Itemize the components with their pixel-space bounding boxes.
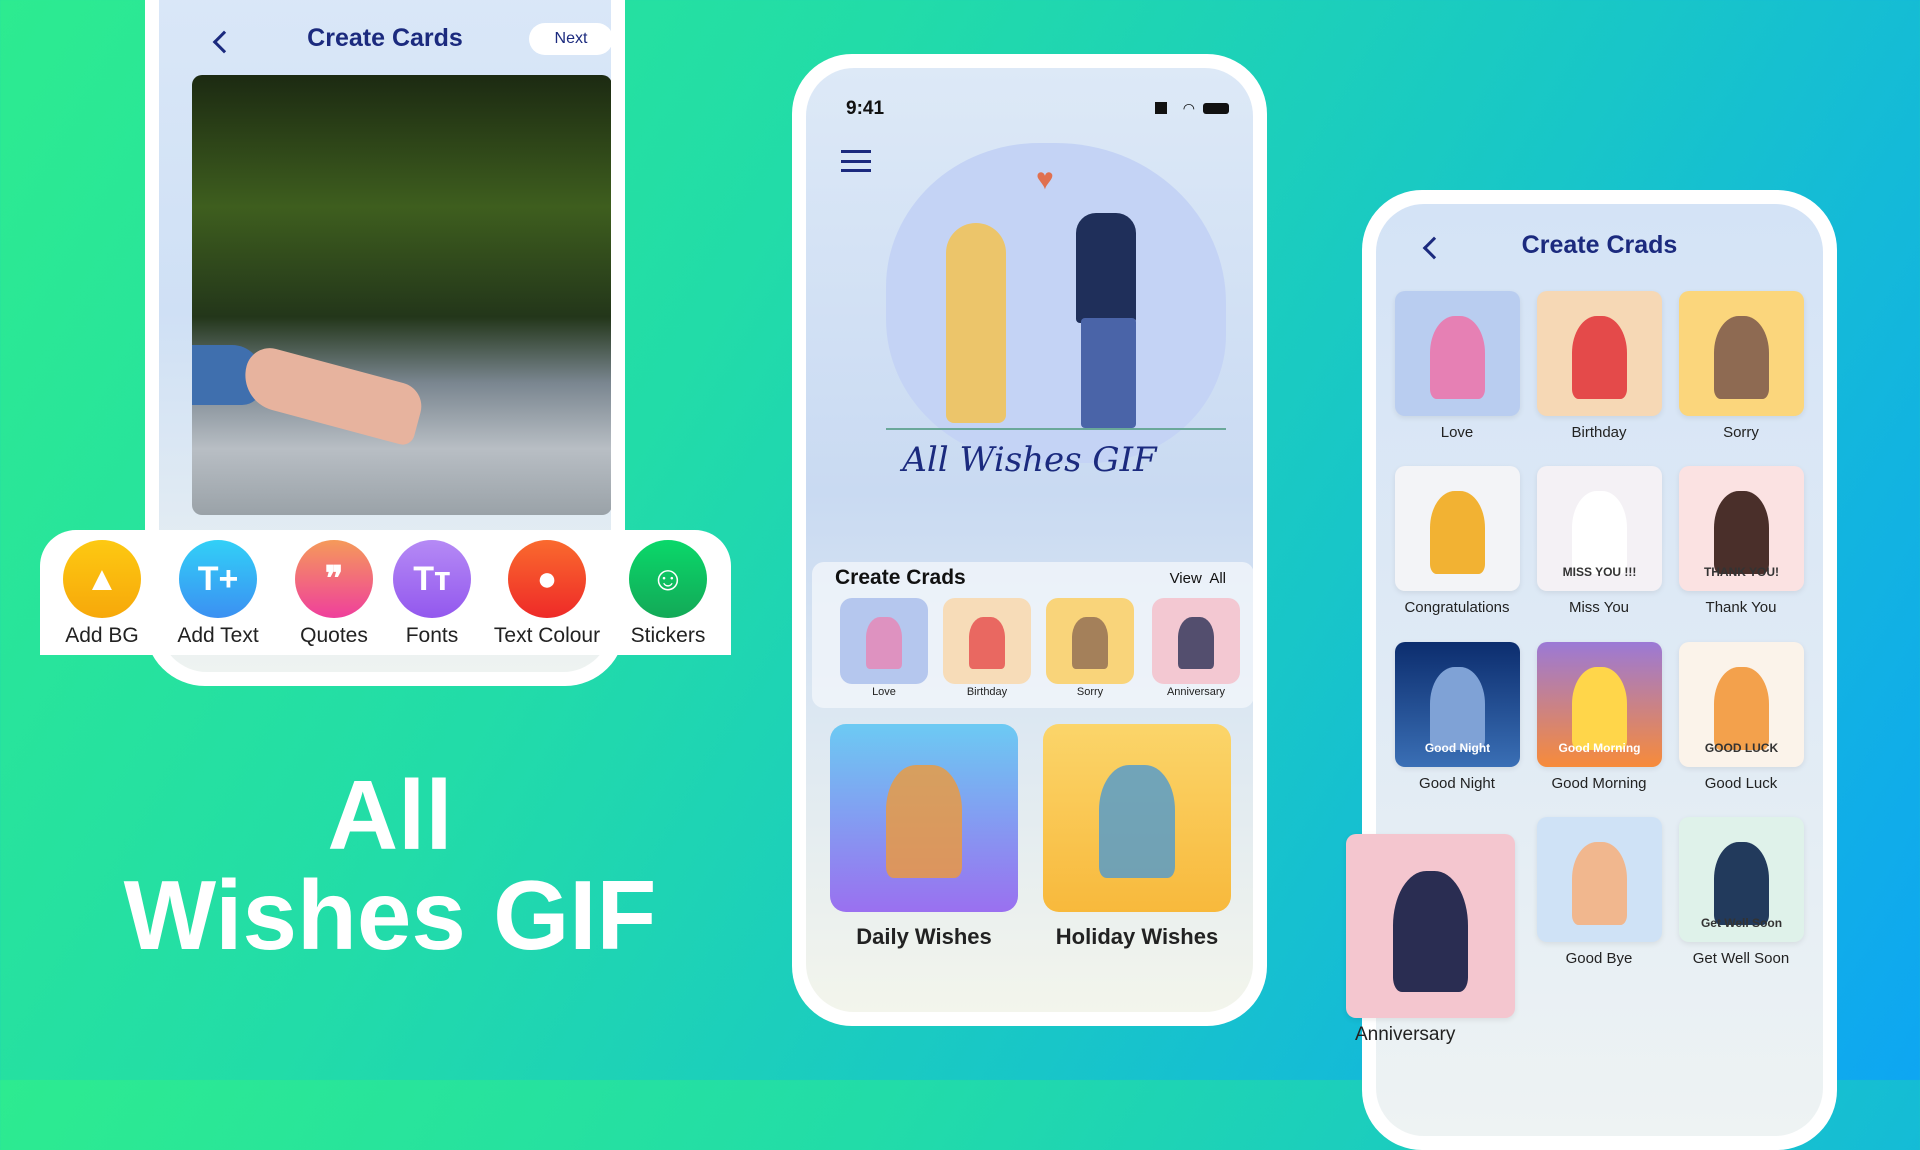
card-text: Good Night: [1424, 741, 1491, 755]
card-good-bye[interactable]: [1537, 817, 1662, 942]
canvas-photo[interactable]: [192, 75, 611, 515]
card-illustration: [1430, 491, 1485, 574]
category-label: Anniversary: [1166, 686, 1226, 698]
view-all-link[interactable]: View All: [1170, 570, 1226, 587]
headline-line2: Wishes GIF: [123, 860, 657, 970]
tool-text-colour[interactable]: ● Text Colour: [492, 540, 602, 648]
card-label: Good Bye: [1565, 950, 1633, 967]
image-icon: ▲: [63, 540, 141, 618]
card-label: Good Luck: [1704, 775, 1778, 792]
heart-icon: ♥: [1036, 163, 1054, 196]
battery-icon: [1203, 103, 1229, 114]
app-logo-text: All Wishes GIF: [902, 440, 1157, 480]
card-thank-you[interactable]: THANK YOU!: [1679, 466, 1804, 591]
card-good-luck[interactable]: GOOD LUCK: [1679, 642, 1804, 767]
headline-line1: All: [327, 760, 453, 870]
card-label: Birthday: [1571, 424, 1627, 441]
headline: All Wishes GIF: [100, 765, 680, 965]
category-sorry[interactable]: [1046, 598, 1134, 684]
signal-icon: [1154, 102, 1175, 114]
category-love[interactable]: [840, 598, 928, 684]
next-button[interactable]: Next: [529, 23, 611, 55]
menu-icon[interactable]: [841, 150, 871, 172]
card-text: Good Morning: [1558, 741, 1641, 755]
tool-add-bg[interactable]: ▲ Add BG: [57, 540, 147, 648]
editor-toolbar: ▲ Add BG T+ Add Text ❞ Quotes Tт Fonts ● Text…: [40, 530, 731, 655]
card-text: MISS YOU !!!: [1562, 565, 1637, 579]
font-icon: Tт: [393, 540, 471, 618]
card-label: Get Well Soon: [1692, 950, 1790, 967]
category-label: Sorry: [1076, 686, 1104, 698]
card-label: Good Morning: [1551, 775, 1647, 792]
quote-icon: ❞: [295, 540, 373, 618]
category-label: Love: [872, 686, 896, 698]
card-text: THANK YOU!: [1703, 565, 1780, 579]
tool-add-text[interactable]: T+ Add Text: [173, 540, 263, 648]
tool-fonts[interactable]: Tт Fonts: [387, 540, 477, 648]
card-label: Love: [1440, 424, 1474, 441]
daily-wishes-label: Daily Wishes: [856, 924, 992, 949]
home-phone: 9:41 ◠ ♥ All Wishes GIF Create Crads Vie…: [792, 54, 1267, 1026]
card-love[interactable]: [1395, 291, 1520, 416]
add-text-icon: T+: [179, 540, 257, 618]
card-illustration: [1430, 316, 1485, 399]
card-text: Get Well Soon: [1700, 916, 1783, 930]
holiday-wishes-card[interactable]: [1043, 724, 1231, 912]
palette-icon: ●: [508, 540, 586, 618]
card-illustration: [1714, 491, 1769, 574]
card-label: Miss You: [1568, 599, 1630, 616]
card-text: GOOD LUCK: [1704, 741, 1779, 755]
section-title: Create Crads: [835, 566, 966, 589]
category-anniversary[interactable]: [1152, 598, 1240, 684]
card-label: Sorry: [1723, 424, 1759, 441]
card-illustration: [1572, 667, 1627, 750]
status-time: 9:41: [846, 98, 885, 119]
card-label: Good Night: [1419, 775, 1495, 792]
card-get-well-soon[interactable]: Get Well Soon: [1679, 817, 1804, 942]
card-good-night[interactable]: Good Night: [1395, 642, 1520, 767]
card-label: Thank You: [1705, 599, 1777, 616]
cards-title: Create Crads: [1521, 231, 1678, 259]
category-birthday[interactable]: [943, 598, 1031, 684]
card-illustration: [1572, 842, 1627, 925]
card-illustration: [1572, 491, 1627, 574]
status-icons: ◠: [1154, 100, 1229, 116]
tool-stickers[interactable]: ☺ Stickers: [623, 540, 713, 648]
featured-anniversary-label: Anniversary: [1355, 1024, 1456, 1045]
holiday-wishes-label: Holiday Wishes: [1055, 924, 1219, 949]
hero-illustration: ♥: [886, 143, 1226, 463]
featured-anniversary-card[interactable]: [1346, 834, 1515, 1018]
card-illustration: [1714, 316, 1769, 399]
card-label: Congratulations: [1404, 599, 1510, 616]
hero-baseline: [886, 428, 1226, 430]
tool-quotes[interactable]: ❞ Quotes: [289, 540, 379, 648]
create-cards-section: Create Crads View All Love Birthday Sorr…: [812, 562, 1253, 708]
card-birthday[interactable]: [1537, 291, 1662, 416]
category-label: Birthday: [966, 686, 1008, 698]
card-illustration: [1714, 667, 1769, 750]
card-congratulations[interactable]: [1395, 466, 1520, 591]
card-miss-you[interactable]: MISS YOU !!!: [1537, 466, 1662, 591]
sticker-icon: ☺: [629, 540, 707, 618]
card-illustration: [1572, 316, 1627, 399]
card-illustration: [1714, 842, 1769, 925]
daily-wishes-card[interactable]: [830, 724, 1018, 912]
card-sorry[interactable]: [1679, 291, 1804, 416]
card-illustration: [1430, 667, 1485, 750]
card-good-morning[interactable]: Good Morning: [1537, 642, 1662, 767]
wifi-icon: ◠: [1182, 100, 1195, 116]
